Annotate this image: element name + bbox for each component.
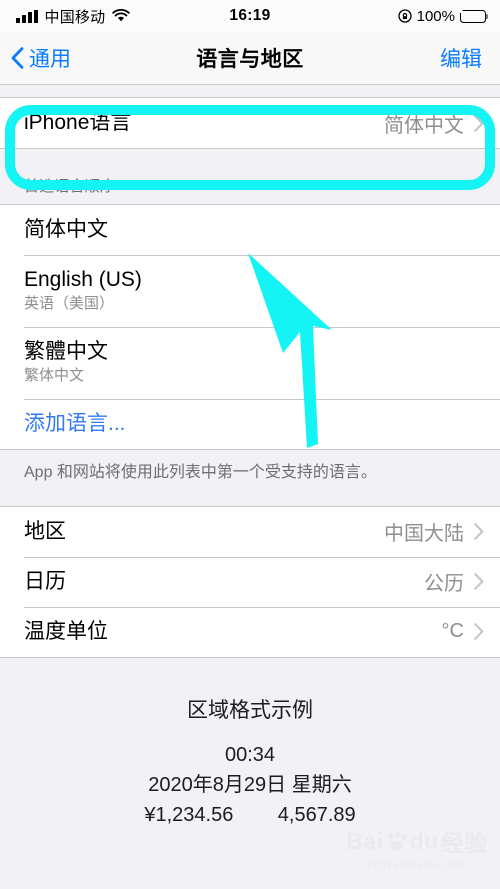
chevron-right-icon: [474, 573, 484, 590]
edit-button[interactable]: 编辑: [440, 43, 500, 73]
chevron-right-icon: [474, 114, 484, 132]
language-0-textblock: 简体中文: [24, 218, 108, 242]
status-bar: 中国移动 16:19 100%: [0, 0, 500, 32]
row-temperature-unit[interactable]: 温度单位 °C: [0, 606, 500, 657]
row-iphone-language-label: iPhone语言: [24, 110, 132, 134]
row-iphone-language-value: 简体中文: [384, 114, 464, 137]
back-button-label: 通用: [29, 48, 71, 71]
row-region[interactable]: 地区 中国大陆: [0, 506, 500, 557]
carrier-label: 中国移动: [44, 8, 106, 26]
status-bar-left: 中国移动: [16, 6, 131, 27]
navigation-bar: 通用 语言与地区 编辑: [0, 32, 500, 85]
language-0-title: 简体中文: [24, 217, 108, 241]
iphone-screen: 中国移动 16:19 100% 通用 语言与地区 编辑 iPhone语言 简体中…: [0, 0, 500, 889]
row-temperature-unit-label: 温度单位: [24, 619, 108, 643]
language-1-textblock: English (US) 英语（美国）: [24, 268, 142, 314]
preferred-order-header: 首选语言顺序: [24, 178, 116, 195]
iphone-language-section: iPhone语言 简体中文: [0, 97, 500, 149]
chevron-left-icon: [11, 47, 24, 69]
row-calendar[interactable]: 日历 公历: [0, 556, 500, 607]
region-format-numbers: ¥1,234.56 4,567.89: [144, 803, 356, 826]
paw-icon: [387, 831, 406, 851]
rotation-lock-icon: [397, 9, 412, 23]
language-1-title: English (US): [24, 268, 142, 292]
battery-percent-label: 100%: [416, 7, 455, 25]
add-language-button[interactable]: 添加语言...: [0, 399, 500, 449]
preferred-languages-section: 简体中文 English (US) 英语（美国） 繁體中文 繁体中文 添加语言.…: [0, 204, 500, 450]
watermark-brand-bai: Bai: [346, 827, 384, 854]
baidu-watermark: Bai du 经验 jingyan.baidu.com: [342, 824, 492, 872]
page-title: 语言与地区: [196, 48, 304, 71]
watermark-brand-du: du: [409, 827, 439, 854]
add-language-label: 添加语言...: [24, 411, 126, 435]
region-format-date: 2020年8月29日 星期六: [148, 773, 352, 796]
row-region-value: 中国大陆: [384, 523, 464, 546]
preferred-order-footer: App 和网站将使用此列表中第一个受支持的语言。: [24, 464, 377, 481]
back-button[interactable]: 通用: [0, 43, 71, 73]
list-item-language-0[interactable]: 简体中文: [0, 205, 500, 255]
region-settings-section: 地区 中国大陆 日历 公历 温度单位 °C: [0, 505, 500, 658]
row-region-label: 地区: [24, 519, 66, 543]
watermark-url: jingyan.baidu.com: [367, 859, 467, 871]
battery-charging-icon: [458, 6, 489, 23]
status-bar-right: 100%: [397, 6, 489, 25]
region-format-title: 区域格式示例: [187, 698, 313, 722]
row-temperature-unit-value: °C: [441, 620, 464, 643]
row-calendar-value: 公历: [424, 573, 464, 596]
row-calendar-label: 日历: [24, 569, 66, 593]
language-2-title: 繁體中文: [24, 340, 108, 364]
signal-bars-icon: [16, 9, 38, 23]
region-format-time: 00:34: [224, 743, 276, 766]
chevron-right-icon: [474, 623, 484, 640]
wifi-icon: [112, 9, 131, 23]
row-iphone-language[interactable]: iPhone语言 简体中文: [0, 98, 500, 148]
list-item-language-2[interactable]: 繁體中文 繁体中文: [0, 327, 500, 399]
language-2-subtitle: 繁体中文: [24, 367, 85, 385]
language-2-textblock: 繁體中文 繁体中文: [24, 340, 108, 386]
language-1-subtitle: 英语（美国）: [24, 295, 115, 313]
region-format-example: 区域格式示例 00:34 2020年8月29日 星期六 ¥1,234.56 4,…: [0, 658, 500, 830]
chevron-right-icon: [474, 523, 484, 540]
list-item-language-1[interactable]: English (US) 英语（美国）: [0, 255, 500, 327]
